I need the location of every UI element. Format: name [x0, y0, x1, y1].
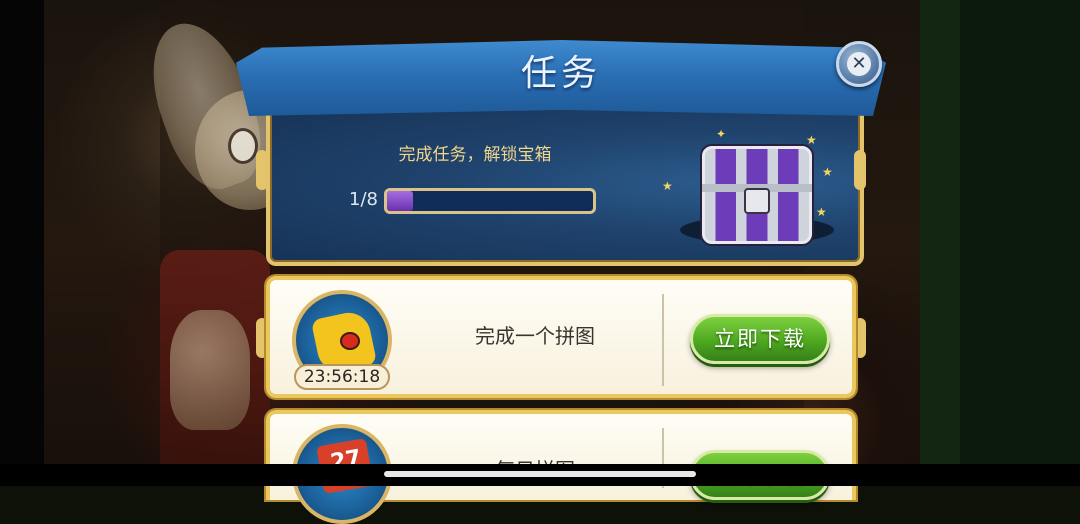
screen-edge-right — [920, 0, 1080, 486]
progress-caption: 完成任务，解锁宝箱 — [398, 145, 552, 165]
screen-edge-left — [0, 0, 44, 486]
home-indicator[interactable] — [384, 471, 696, 477]
background-vase — [170, 310, 250, 430]
chest-lock — [744, 188, 770, 214]
task-row: 23:56:18 完成一个拼图 立即下载 — [266, 276, 856, 398]
progress-count: 1/8 — [349, 189, 378, 210]
progress-bar — [384, 188, 596, 214]
sparkle-star-icon: ★ — [662, 179, 673, 193]
sparkle-star-icon: ★ — [816, 205, 827, 219]
progress-bar-fill — [387, 191, 413, 211]
close-icon: ✕ — [847, 52, 871, 76]
frame-ornament — [256, 150, 268, 190]
sparkle-star-icon: ★ — [822, 165, 833, 179]
countdown-timer: 23:56:18 — [294, 364, 390, 390]
sparkle-star-icon: ★ — [806, 133, 817, 147]
background-rabbit-eye — [228, 128, 258, 164]
page-title: 任务 — [520, 53, 601, 94]
row-divider — [662, 294, 664, 386]
task-label: 完成一个拼图 — [475, 324, 595, 348]
sparkle-star-icon: ✦ — [716, 127, 727, 141]
task-row: 27 每日拼图 立即下载 — [266, 410, 856, 524]
frame-ornament — [854, 150, 866, 190]
download-now-button[interactable]: 立即下载 — [690, 314, 830, 364]
close-button[interactable]: ✕ — [836, 41, 882, 87]
edge-strip — [920, 0, 960, 486]
ladybug-icon — [340, 332, 360, 350]
